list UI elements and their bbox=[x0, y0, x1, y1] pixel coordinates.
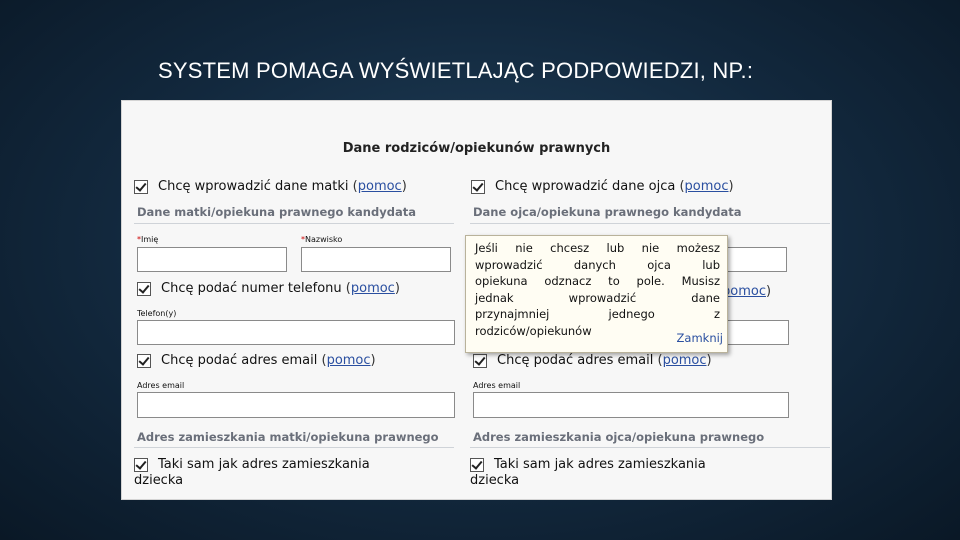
mother-email-checkbox[interactable] bbox=[137, 353, 151, 368]
father-email-input[interactable] bbox=[473, 392, 789, 418]
mother-help-link[interactable]: pomoc bbox=[358, 179, 402, 194]
father-data-checkbox[interactable] bbox=[471, 179, 485, 194]
mother-phone-input[interactable] bbox=[137, 320, 455, 345]
mother-first-name-input[interactable] bbox=[137, 247, 287, 272]
father-section-divider bbox=[470, 223, 830, 224]
mother-phone-checkbox-row: Chcę podać numer telefonu (pomoc) bbox=[137, 281, 400, 296]
father-help-link[interactable]: pomoc bbox=[685, 179, 729, 194]
father-email-label: Adres email bbox=[473, 381, 521, 390]
mother-phone-checkbox[interactable] bbox=[137, 281, 151, 296]
mother-phone-help-link[interactable]: pomoc bbox=[351, 281, 395, 296]
parents-form: Dane rodziców/opiekunów prawnych Chcę wp… bbox=[121, 100, 832, 500]
father-same-address-row: Taki sam jak adres zamieszkania dziecka bbox=[470, 457, 706, 490]
mother-address-section-label: Adres zamieszkania matki/opiekuna prawne… bbox=[137, 430, 439, 444]
father-same-address-label: Taki sam jak adres zamieszkania bbox=[494, 457, 706, 472]
mother-section-divider bbox=[134, 223, 454, 224]
mother-data-checkbox-label: Chcę wprowadzić dane matki bbox=[158, 179, 349, 194]
slide-title: SYSTEM POMAGA WYŚWIETLAJĄC PODPOWIEDZI, … bbox=[158, 58, 754, 83]
mother-email-label: Adres email bbox=[137, 381, 185, 390]
mother-data-checkbox-row: Chcę wprowadzić dane matki (pomoc) bbox=[134, 179, 407, 194]
mother-phone-checkbox-label: Chcę podać numer telefonu bbox=[161, 281, 342, 296]
mother-same-address-label-cont: dziecka bbox=[134, 473, 184, 488]
mother-email-help-link[interactable]: pomoc bbox=[327, 353, 371, 368]
father-phone-help-fragment: pomoc) bbox=[722, 284, 772, 299]
mother-address-divider bbox=[134, 447, 454, 448]
tooltip-line: opiekuna odznacz to pole. Musisz bbox=[475, 274, 720, 288]
mother-data-checkbox[interactable] bbox=[134, 179, 148, 194]
tooltip-line: jednak wprowadzić dane bbox=[475, 290, 720, 305]
father-email-checkbox-row: Chcę podać adres email (pomoc) bbox=[473, 353, 712, 368]
mother-same-address-label: Taki sam jak adres zamieszkania bbox=[158, 457, 370, 472]
mother-email-checkbox-label: Chcę podać adres email bbox=[161, 353, 318, 368]
father-data-checkbox-row: Chcę wprowadzić dane ojca (pomoc) bbox=[471, 179, 734, 194]
mother-same-address-row: Taki sam jak adres zamieszkania dziecka bbox=[134, 457, 370, 490]
mother-last-name-label: *Nazwisko bbox=[301, 235, 343, 244]
father-address-divider bbox=[470, 447, 830, 448]
mother-section-label: Dane matki/opiekuna prawnego kandydata bbox=[137, 205, 416, 219]
father-section-label: Dane ojca/opiekuna prawnego kandydata bbox=[473, 205, 742, 219]
father-same-address-checkbox[interactable] bbox=[470, 457, 484, 472]
father-same-address-label-cont: dziecka bbox=[470, 473, 520, 488]
mother-email-input[interactable] bbox=[137, 392, 455, 418]
mother-last-name-input[interactable] bbox=[301, 247, 451, 272]
mother-phone-label: Telefon(y) bbox=[137, 309, 177, 318]
tooltip-line: przynajmniej jednego z bbox=[475, 307, 720, 321]
father-data-checkbox-label: Chcę wprowadzić dane ojca bbox=[495, 179, 676, 194]
tooltip-close-link[interactable]: Zamknij bbox=[677, 330, 723, 347]
father-email-help-link[interactable]: pomoc bbox=[663, 353, 707, 368]
father-address-section-label: Adres zamieszkania ojca/opiekuna prawneg… bbox=[473, 430, 765, 444]
mother-same-address-checkbox[interactable] bbox=[134, 457, 148, 472]
tooltip-line: wprowadzić danych ojca lub bbox=[475, 257, 720, 272]
form-title: Dane rodziców/opiekunów prawnych bbox=[342, 141, 611, 156]
father-email-checkbox-label: Chcę podać adres email bbox=[497, 353, 654, 368]
mother-first-name-label: *Imię bbox=[137, 235, 159, 244]
help-tooltip: Jeśli nie chcesz lub nie możesz wprowadz… bbox=[465, 235, 728, 353]
tooltip-line: Jeśli nie chcesz lub nie możesz bbox=[475, 241, 720, 255]
father-email-checkbox[interactable] bbox=[473, 353, 487, 368]
mother-email-checkbox-row: Chcę podać adres email (pomoc) bbox=[137, 353, 376, 368]
